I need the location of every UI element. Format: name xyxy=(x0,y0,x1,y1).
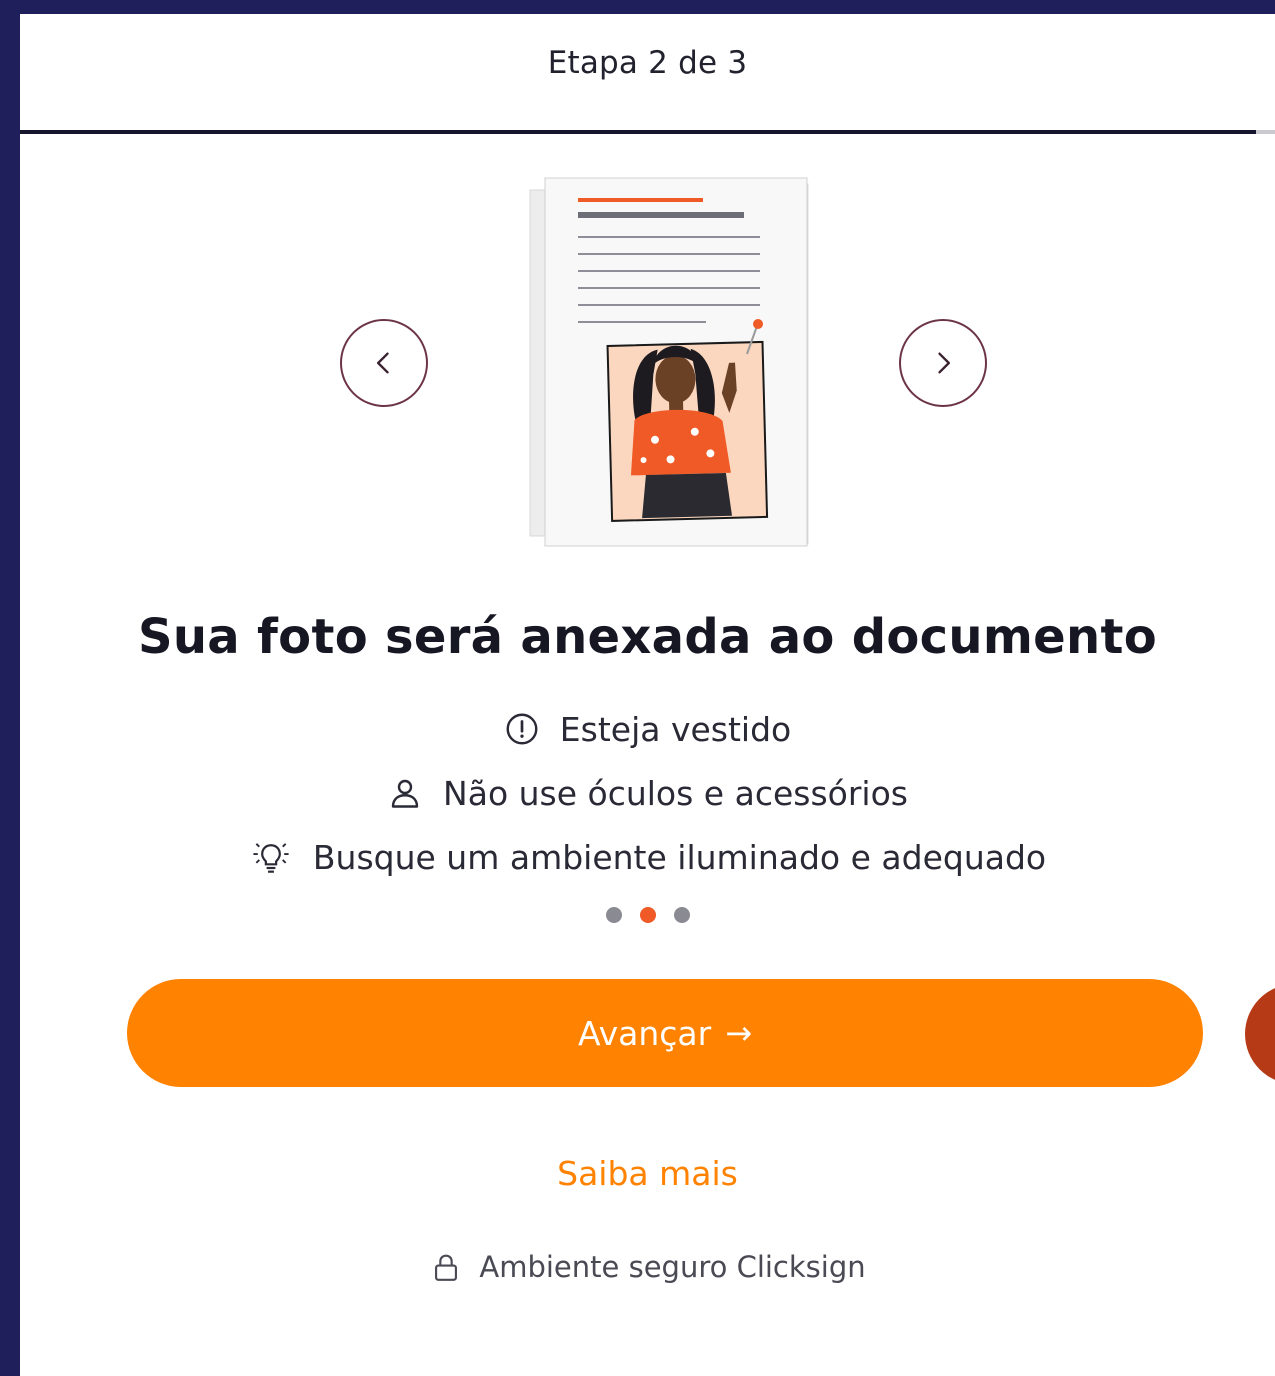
document-photo-illustration xyxy=(529,177,809,547)
chevron-right-icon xyxy=(938,352,950,374)
arrow-right-icon: → xyxy=(725,1014,753,1052)
tip-item: Não use óculos e acessórios xyxy=(20,761,1275,825)
tip-text: Busque um ambiente iluminado e adequado xyxy=(312,837,1047,877)
carousel-dot-active[interactable] xyxy=(639,907,656,923)
tip-item: Busque um ambiente iluminado e adequado xyxy=(20,825,1275,889)
carousel-dot[interactable] xyxy=(673,907,690,923)
help-widget-button[interactable] xyxy=(1245,984,1275,1084)
secure-environment-note: Ambiente seguro Clicksign xyxy=(20,1250,1275,1284)
advance-button[interactable]: Avançar → xyxy=(127,979,1203,1087)
lock-icon xyxy=(435,1254,458,1281)
onboarding-panel: Etapa 2 de 3 Sua foto será anexada ao do… xyxy=(20,14,1275,1376)
progress-bar-fill xyxy=(20,130,1257,134)
carousel-pagination xyxy=(20,907,1275,923)
lightbulb-icon xyxy=(253,843,289,873)
tip-text: Não use óculos e acessórios xyxy=(443,773,908,813)
alert-circle-icon xyxy=(506,713,538,745)
carousel-next-button[interactable] xyxy=(899,319,987,407)
carousel-dot[interactable] xyxy=(605,907,622,923)
chevron-left-icon xyxy=(377,352,389,374)
progress-bar xyxy=(20,130,1275,134)
page-title: Sua foto será anexada ao documento xyxy=(137,609,1158,665)
learn-more-link[interactable]: Saiba mais xyxy=(20,1154,1275,1193)
step-indicator: Etapa 2 de 3 xyxy=(547,45,748,81)
secure-text: Ambiente seguro Clicksign xyxy=(479,1250,866,1284)
carousel-prev-button[interactable] xyxy=(340,319,428,407)
tip-text: Esteja vestido xyxy=(559,709,792,749)
tips-list: Esteja vestido Não use óculos e acessóri… xyxy=(20,697,1275,889)
advance-button-label: Avançar xyxy=(577,1013,712,1053)
tip-item: Esteja vestido xyxy=(20,697,1275,761)
user-icon xyxy=(391,779,419,808)
step-header: Etapa 2 de 3 xyxy=(20,14,1275,130)
